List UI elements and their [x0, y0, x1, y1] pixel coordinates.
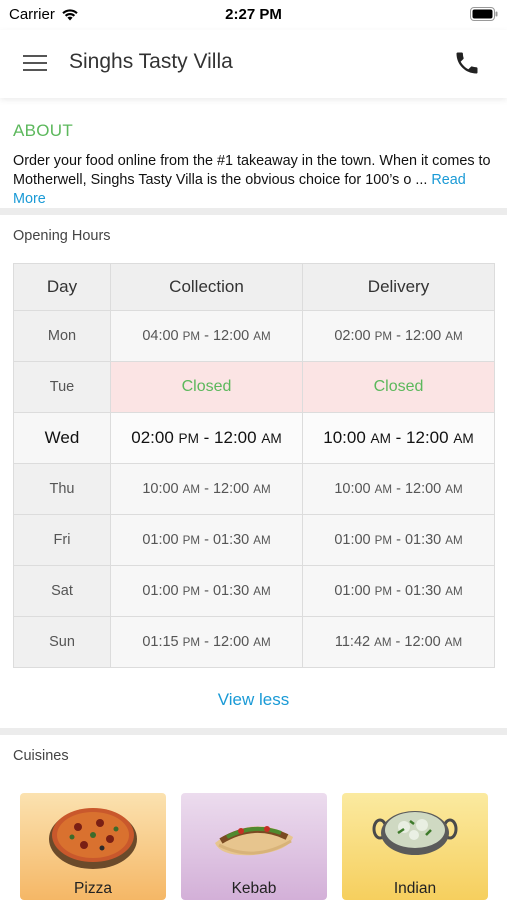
day-cell: Tue	[13, 361, 111, 413]
cuisine-name: Indian	[393, 880, 437, 897]
day-cell: Wed	[13, 412, 111, 464]
table-row: Tue Closed Closed	[13, 361, 495, 413]
day-cell: Mon	[13, 310, 111, 362]
table-row-today: Wed 02:00 PM - 12:00 AM 10:00 AM - 12:00…	[13, 412, 495, 464]
opening-hours-table: Day Collection Delivery Mon 04:00 PM - 1…	[13, 263, 495, 668]
cuisine-card-indian[interactable]: Indian	[342, 793, 488, 900]
battery-icon	[470, 7, 498, 21]
delivery-hours-cell: 10:00 AM - 12:00 AM	[302, 463, 495, 515]
table-row: Mon 04:00 PM - 12:00 AM 02:00 PM - 12:00…	[13, 310, 495, 362]
table-row: Thu 10:00 AM - 12:00 AM 10:00 AM - 12:00…	[13, 463, 495, 515]
opening-hours-label: Opening Hours	[13, 228, 111, 244]
day-cell: Fri	[13, 514, 111, 566]
section-divider	[0, 208, 507, 215]
column-header-day: Day	[13, 263, 111, 311]
table-header-row: Day Collection Delivery	[13, 263, 495, 311]
delivery-hours-cell: 10:00 AM - 12:00 AM	[302, 412, 495, 464]
app-bar: Singhs Tasty Villa	[0, 30, 507, 98]
column-header-collection: Collection	[110, 263, 303, 311]
collection-hours-cell: 10:00 AM - 12:00 AM	[110, 463, 303, 515]
delivery-hours-cell: 01:00 PM - 01:30 AM	[302, 514, 495, 566]
collection-hours-cell: 02:00 PM - 12:00 AM	[110, 412, 303, 464]
delivery-closed-cell: Closed	[302, 361, 495, 413]
day-cell: Sun	[13, 616, 111, 668]
view-less-link[interactable]: View less	[0, 690, 507, 710]
collection-closed-cell: Closed	[110, 361, 303, 413]
day-cell: Sat	[13, 565, 111, 617]
delivery-hours-cell: 01:00 PM - 01:30 AM	[302, 565, 495, 617]
page-title: Singhs Tasty Villa	[69, 50, 233, 73]
section-divider	[0, 728, 507, 735]
cuisines-label: Cuisines	[13, 748, 69, 764]
about-description: Order your food online from the #1 takea…	[13, 152, 498, 209]
delivery-hours-cell: 02:00 PM - 12:00 AM	[302, 310, 495, 362]
delivery-hours-cell: 11:42 AM - 12:00 AM	[302, 616, 495, 668]
collection-hours-cell: 01:00 PM - 01:30 AM	[110, 565, 303, 617]
clock: 2:27 PM	[225, 6, 282, 23]
column-header-delivery: Delivery	[302, 263, 495, 311]
collection-hours-cell: 01:15 PM - 12:00 AM	[110, 616, 303, 668]
about-text: Order your food online from the #1 takea…	[13, 153, 491, 188]
phone-icon[interactable]	[453, 49, 481, 77]
cuisine-name: Kebab	[231, 880, 277, 897]
status-bar: Carrier 2:27 PM	[0, 0, 507, 30]
table-row: Fri 01:00 PM - 01:30 AM 01:00 PM - 01:30…	[13, 514, 495, 566]
table-row: Sat 01:00 PM - 01:30 AM 01:00 PM - 01:30…	[13, 565, 495, 617]
cuisine-name: Pizza	[74, 880, 112, 897]
cuisine-card-kebab[interactable]: Kebab	[181, 793, 327, 900]
about-heading: ABOUT	[13, 121, 74, 140]
day-cell: Thu	[13, 463, 111, 515]
cuisine-card-pizza[interactable]: Pizza	[20, 793, 166, 900]
hamburger-menu-icon[interactable]	[22, 51, 48, 75]
table-row: Sun 01:15 PM - 12:00 AM 11:42 AM - 12:00…	[13, 616, 495, 668]
collection-hours-cell: 01:00 PM - 01:30 AM	[110, 514, 303, 566]
collection-hours-cell: 04:00 PM - 12:00 AM	[110, 310, 303, 362]
